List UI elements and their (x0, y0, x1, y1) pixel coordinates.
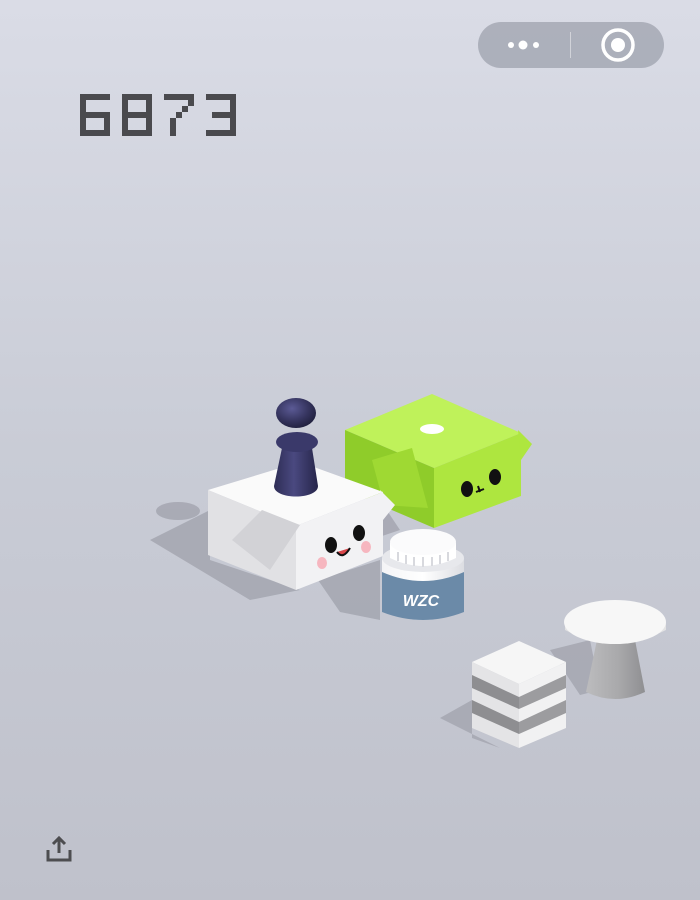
piece-shadow (156, 502, 200, 520)
more-dots-icon (508, 40, 539, 50)
score-digit (122, 94, 152, 136)
striped-box (472, 641, 566, 748)
player-piece (274, 398, 318, 497)
score-digit (206, 94, 236, 136)
jar-lid (390, 529, 456, 555)
wzc-jar: WZC (382, 529, 464, 620)
stool-top (564, 600, 666, 644)
close-button[interactable] (571, 22, 664, 68)
piece-head (276, 398, 316, 428)
share-upload-icon[interactable] (44, 834, 74, 864)
score-digit (80, 94, 110, 136)
piece-neck (276, 432, 318, 452)
green-box-dot (420, 424, 444, 434)
score-digit (164, 94, 194, 136)
score-display (80, 94, 236, 136)
mini-program-capsule (478, 22, 664, 68)
more-button[interactable] (478, 22, 570, 68)
target-circle-icon (600, 28, 635, 62)
jar-label-text: WZC (403, 593, 440, 610)
